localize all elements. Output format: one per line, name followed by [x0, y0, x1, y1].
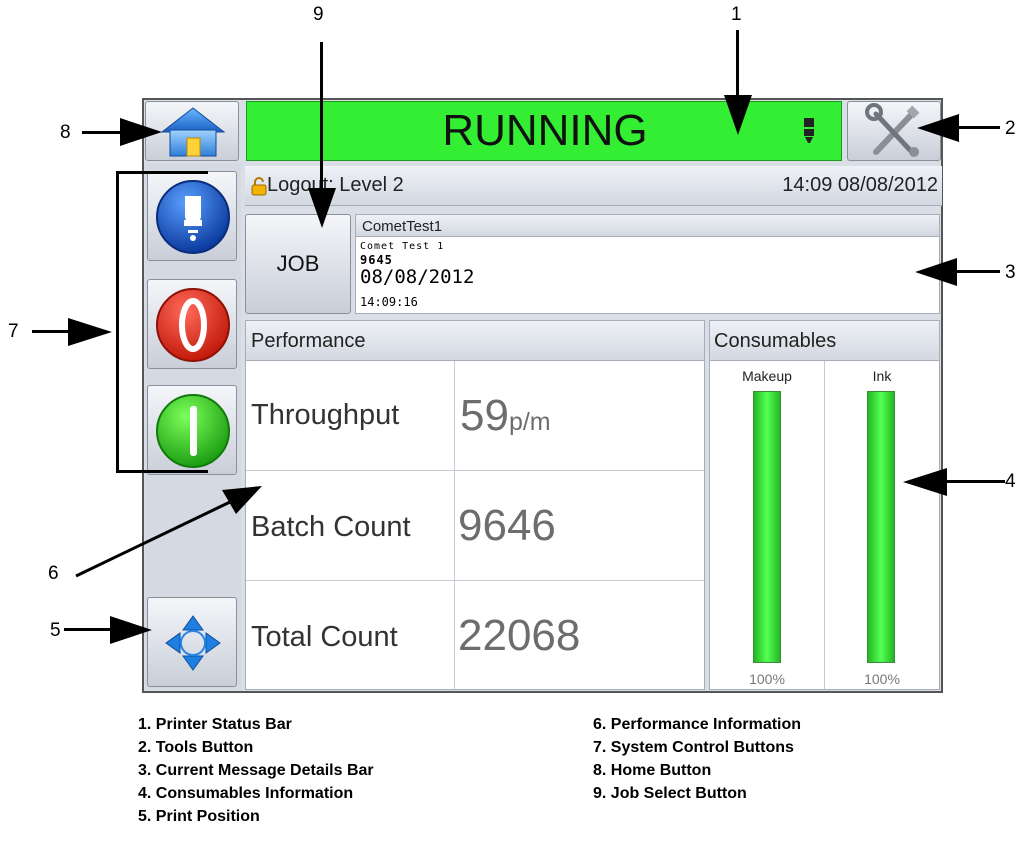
total-count-label: Total Count [251, 621, 398, 653]
makeup-level-track [753, 391, 781, 663]
ink-level-track [867, 391, 895, 663]
makeup-percent: 100% [749, 671, 785, 687]
batch-count-label: Batch Count [251, 511, 411, 543]
printhead-icon [804, 118, 814, 143]
performance-row: Batch Count 9646 [246, 471, 704, 581]
callout-arrowhead-5 [110, 616, 152, 644]
legend-left: 1. Printer Status Bar 2. Tools Button 3.… [138, 716, 374, 831]
makeup-label: Makeup [742, 368, 792, 384]
ink-percent: 100% [864, 671, 900, 687]
callout-number-4: 4 [1005, 471, 1016, 492]
callout-number-8: 8 [60, 122, 71, 143]
date-time-text: 14:09 08/08/2012 [782, 174, 938, 196]
legend-right: 6. Performance Information 7. System Con… [593, 716, 801, 808]
batch-count-value: 9646 [458, 501, 556, 550]
callout-bracket-7 [116, 171, 208, 473]
padlock-icon[interactable] [251, 176, 267, 196]
performance-panel: Performance Throughput 59p/m Batch Count… [245, 320, 705, 690]
performance-title: Performance [251, 330, 366, 352]
callout-arrow-3 [955, 270, 1000, 273]
message-name: CometTest1 [362, 218, 443, 235]
legend-item: 9. Job Select Button [593, 785, 747, 802]
callout-arrow-4 [945, 480, 1005, 483]
printer-status-bar[interactable]: RUNNING [246, 101, 842, 161]
callout-arrow-1 [736, 30, 739, 100]
legend-item: 1. Printer Status Bar [138, 716, 292, 733]
callout-arrowhead-7 [68, 318, 112, 346]
consumables-panel[interactable]: Consumables Makeup 100% Ink 100% [709, 320, 940, 690]
performance-row: Throughput 59p/m [246, 361, 704, 471]
message-line: 9645 [360, 253, 393, 267]
ink-label: Ink [872, 368, 892, 384]
callout-arrowhead-8 [120, 118, 162, 146]
throughput-value: 59p/m [460, 391, 551, 441]
callout-arrowhead-9 [308, 188, 336, 228]
callout-number-1: 1 [731, 4, 742, 25]
callout-number-2: 2 [1005, 118, 1016, 139]
callout-arrow-2 [955, 126, 1000, 129]
callout-arrowhead-3 [915, 258, 957, 286]
callout-number-3: 3 [1005, 262, 1016, 283]
callout-arrow-5 [64, 628, 114, 631]
status-text: RUNNING [442, 106, 648, 155]
consumables-title: Consumables [714, 330, 837, 352]
callout-number-7: 7 [8, 321, 19, 342]
legend-item: 7. System Control Buttons [593, 739, 794, 756]
throughput-unit: p/m [508, 408, 551, 436]
callout-arrow-6 [75, 486, 262, 578]
makeup-level-bar [754, 392, 780, 662]
callout-arrowhead-2 [917, 114, 959, 142]
legend-item: 8. Home Button [593, 762, 712, 779]
total-count-value: 22068 [458, 611, 581, 660]
callout-arrow-7 [32, 330, 72, 333]
legend-item: 4. Consumables Information [138, 785, 354, 802]
direction-arrows-icon [165, 615, 221, 671]
performance-row: Total Count 22068 [246, 581, 704, 689]
login-info-bar: Logout: Level 2 14:09 08/08/2012 [245, 166, 942, 206]
callout-arrowhead-4 [903, 468, 947, 496]
legend-item: 6. Performance Information [593, 716, 802, 733]
throughput-number: 59 [460, 391, 509, 440]
legend-item: 2. Tools Button [138, 739, 254, 756]
legend-item: 3. Current Message Details Bar [138, 762, 374, 779]
message-line: Comet Test 1 [360, 241, 445, 252]
job-button-label: JOB [276, 251, 320, 276]
ink-level-bar [868, 392, 894, 662]
callout-number-9: 9 [313, 4, 324, 25]
callout-number-6: 6 [48, 563, 59, 584]
message-line: 08/08/2012 [360, 266, 475, 288]
message-line: 14:09:16 [360, 295, 418, 309]
print-position-button[interactable] [147, 597, 237, 687]
legend-item: 5. Print Position [138, 808, 260, 825]
callout-number-5: 5 [50, 620, 61, 641]
callout-arrowhead-1 [724, 95, 752, 135]
current-message-details-bar[interactable]: CometTest1 Comet Test 1 9645 08/08/2012 … [355, 214, 940, 314]
callout-arrow-9 [320, 42, 323, 192]
throughput-label: Throughput [251, 399, 400, 431]
job-select-button[interactable]: JOB [245, 214, 351, 314]
